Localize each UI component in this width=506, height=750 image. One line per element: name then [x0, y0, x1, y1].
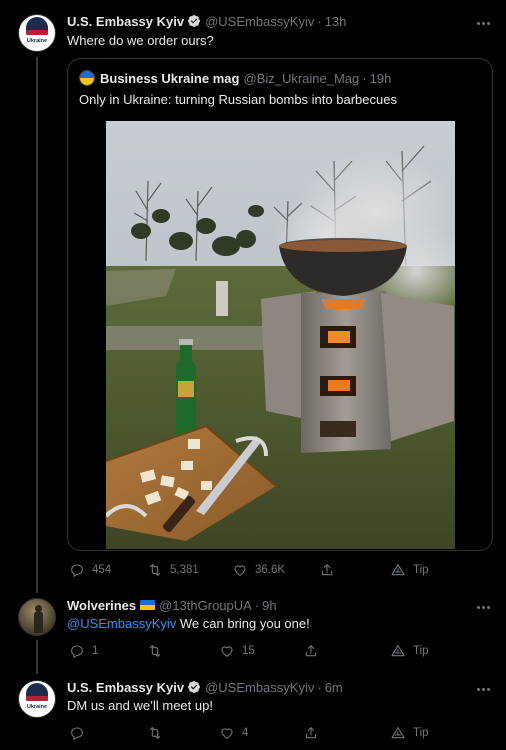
tip-icon [391, 564, 405, 576]
seal-icon [26, 17, 48, 31]
avatar-figure [34, 611, 43, 633]
share-button[interactable] [319, 560, 342, 580]
retweet-button[interactable] [147, 723, 170, 743]
like-button[interactable]: 36.6K [232, 560, 285, 580]
avatar[interactable]: Ukraine [18, 680, 56, 718]
separator-dot: · [317, 13, 322, 29]
tweet-photo[interactable] [106, 121, 455, 549]
quoted-tweet-text: Only in Ukraine: turning Russian bombs i… [79, 92, 397, 107]
share-button[interactable] [303, 723, 326, 743]
retweet-button[interactable]: 5,381 [147, 560, 199, 580]
tweet-actions: 1 15 Tip [67, 641, 497, 661]
tip-button[interactable]: Tip [390, 723, 429, 743]
separator-dot: · [317, 679, 322, 695]
share-button[interactable] [303, 641, 326, 661]
seal-icon [26, 683, 48, 697]
tweet-header: Wolverines @13thGroupUA · 9h [67, 596, 492, 614]
reply-count: 454 [92, 564, 112, 576]
tweet-actions: 454 5,381 36.6K Tip [67, 560, 497, 580]
display-name[interactable]: U.S. Embassy Kyiv [67, 680, 184, 695]
tip-icon [391, 645, 405, 657]
like-count: 15 [242, 645, 255, 657]
like-icon [221, 646, 233, 657]
tweet-header: U.S. Embassy Kyiv @USEmbassyKyiv · 6m [67, 678, 492, 696]
like-button[interactable]: 4 [219, 723, 248, 743]
tip-label: Tip [413, 727, 429, 739]
tweet[interactable]: Wolverines @13thGroupUA · 9h @USEmbassyK… [0, 588, 506, 670]
bomb-barbecue-photo [106, 121, 455, 549]
verified-badge-icon [188, 15, 201, 27]
like-button[interactable]: 15 [219, 641, 255, 661]
share-icon [305, 727, 317, 739]
avatar-badge-text: Ukraine [26, 704, 48, 710]
reply-icon [71, 727, 83, 740]
quoted-tweet-header: Business Ukraine mag @Biz_Ukraine_Mag · … [79, 69, 484, 87]
separator-dot: · [362, 70, 367, 86]
avatar-stripe [26, 696, 48, 701]
tip-button[interactable]: Tip [390, 560, 429, 580]
reply-button[interactable] [69, 723, 92, 743]
more-icon[interactable] [476, 597, 492, 613]
like-count: 36.6K [255, 564, 286, 576]
retweet-icon [149, 727, 161, 739]
user-handle[interactable]: @USEmbassyKyiv [205, 14, 314, 29]
display-name[interactable]: U.S. Embassy Kyiv [67, 14, 184, 29]
reply-icon [71, 645, 83, 658]
tweet[interactable]: Ukraine U.S. Embassy Kyiv @USEmbassyKyiv… [0, 0, 506, 588]
reply-button[interactable]: 1 [69, 641, 98, 661]
tip-button[interactable]: Tip [390, 641, 429, 661]
reply-button[interactable]: 454 [69, 560, 111, 580]
timestamp[interactable]: 6m [325, 680, 343, 695]
tweet-text: @USEmbassyKyiv We can bring you one! [67, 615, 492, 633]
tip-icon [391, 727, 405, 739]
like-count: 4 [242, 727, 249, 739]
avatar[interactable] [18, 598, 56, 636]
retweet-count: 5,381 [170, 564, 199, 576]
display-name[interactable]: Wolverines [67, 598, 136, 613]
quoted-user-handle[interactable]: @Biz_Ukraine_Mag [243, 71, 359, 86]
mention-link[interactable]: @USEmbassyKyiv [67, 616, 176, 631]
avatar[interactable]: Ukraine [18, 14, 56, 52]
user-handle[interactable]: @13thGroupUA [159, 598, 252, 613]
quoted-timestamp[interactable]: 19h [370, 71, 392, 86]
ukraine-flag-icon [140, 600, 156, 610]
quoted-avatar[interactable] [79, 70, 95, 86]
quoted-tweet[interactable]: Business Ukraine mag @Biz_Ukraine_Mag · … [67, 58, 493, 551]
tweet-text: DM us and we’ll meet up! [67, 698, 213, 713]
retweet-button[interactable] [147, 641, 170, 661]
tweet-header: U.S. Embassy Kyiv @USEmbassyKyiv · 13h [67, 12, 492, 30]
user-handle[interactable]: @USEmbassyKyiv [205, 680, 314, 695]
timestamp[interactable]: 9h [262, 598, 276, 613]
more-icon[interactable] [476, 13, 492, 29]
avatar-stripe [26, 30, 48, 35]
tweet-body: We can bring you one! [176, 616, 310, 631]
tip-label: Tip [413, 645, 429, 657]
tweet-text: Where do we order ours? [67, 33, 214, 48]
quoted-display-name[interactable]: Business Ukraine mag [100, 71, 239, 86]
tip-label: Tip [413, 564, 429, 576]
share-icon [321, 564, 333, 576]
share-icon [305, 645, 317, 657]
avatar-badge-text: Ukraine [26, 38, 48, 44]
like-icon [221, 728, 233, 739]
tweet-actions: 4 Tip [67, 723, 497, 743]
like-icon [234, 565, 246, 576]
separator-dot: · [254, 597, 260, 613]
reply-count: 1 [92, 645, 99, 657]
reply-icon [71, 564, 83, 577]
timestamp[interactable]: 13h [325, 14, 347, 29]
retweet-icon [149, 564, 161, 576]
tweet[interactable]: Ukraine U.S. Embassy Kyiv @USEmbassyKyiv… [0, 670, 506, 750]
retweet-icon [149, 645, 161, 657]
more-icon[interactable] [476, 679, 492, 695]
verified-badge-icon [188, 681, 201, 693]
